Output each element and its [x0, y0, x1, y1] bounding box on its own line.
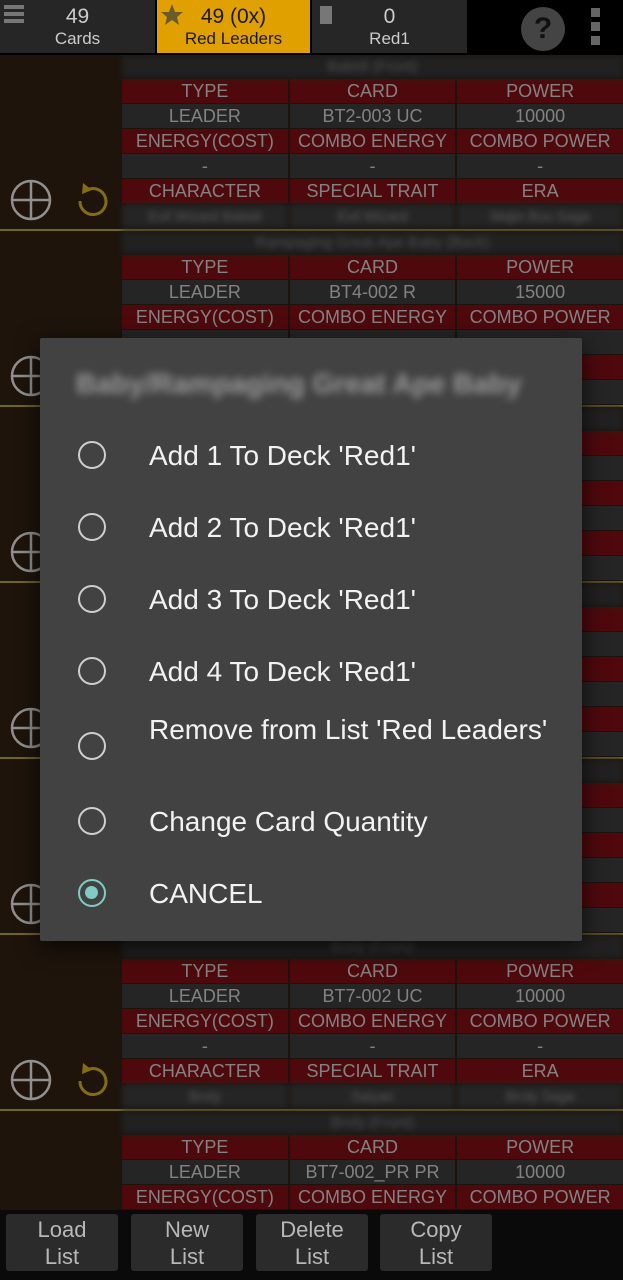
overflow-menu-icon[interactable]: [588, 8, 602, 52]
tab-red1[interactable]: 0 Red1: [312, 0, 467, 53]
button-label-line1: Copy: [410, 1217, 462, 1242]
button-label-line1: New: [164, 1217, 209, 1242]
new-list-button[interactable]: New List: [131, 1214, 243, 1271]
option-change-quantity[interactable]: Change Card Quantity: [40, 804, 582, 840]
option-label: Remove from List 'Red Leaders': [149, 714, 548, 745]
button-label-line2: List: [44, 1244, 80, 1269]
option-add-2[interactable]: Add 2 To Deck 'Red1': [40, 510, 582, 546]
top-tab-bar: 49 Cards 49 (0x) Red Leaders 0 Red1 ?: [0, 0, 623, 55]
option-label: Change Card Quantity: [149, 806, 428, 837]
tab-count: 0: [383, 5, 396, 28]
tab-label: Cards: [54, 29, 101, 48]
button-label-line2: List: [169, 1244, 205, 1269]
dialog-title: Baby/Rampaging Great Ape Baby: [76, 368, 522, 399]
option-label: Add 3 To Deck 'Red1': [149, 584, 416, 615]
option-cancel[interactable]: CANCEL: [40, 876, 582, 912]
button-label-line1: Delete: [280, 1217, 344, 1242]
option-label: Add 1 To Deck 'Red1': [149, 440, 416, 471]
option-label: Add 2 To Deck 'Red1': [149, 512, 416, 543]
option-add-3[interactable]: Add 3 To Deck 'Red1': [40, 582, 582, 618]
radio-unchecked-icon[interactable]: [78, 807, 106, 835]
radio-checked-icon[interactable]: [78, 879, 106, 907]
radio-unchecked-icon[interactable]: [78, 657, 106, 685]
bottom-action-bar: Load List New List Delete List Copy List: [0, 1210, 623, 1280]
delete-list-button[interactable]: Delete List: [256, 1214, 368, 1271]
deck-icon: [318, 4, 334, 31]
radio-unchecked-icon[interactable]: [78, 732, 106, 760]
tab-red-leaders[interactable]: 49 (0x) Red Leaders: [157, 0, 310, 53]
tab-cards[interactable]: 49 Cards: [0, 0, 155, 53]
option-label: Add 4 To Deck 'Red1': [149, 656, 416, 687]
load-list-button[interactable]: Load List: [6, 1214, 118, 1271]
help-icon[interactable]: ?: [521, 7, 565, 51]
copy-list-button[interactable]: Copy List: [380, 1214, 492, 1271]
button-label-line2: List: [418, 1244, 454, 1269]
radio-unchecked-icon[interactable]: [78, 441, 106, 469]
star-icon: [159, 2, 185, 33]
option-remove-from-list[interactable]: Remove from List 'Red Leaders': [40, 712, 582, 784]
radio-unchecked-icon[interactable]: [78, 513, 106, 541]
radio-unchecked-icon[interactable]: [78, 585, 106, 613]
button-label-line2: List: [294, 1244, 330, 1269]
card-action-dialog: Baby/Rampaging Great Ape Baby Add 1 To D…: [40, 338, 582, 941]
option-label: CANCEL: [149, 878, 263, 909]
tab-label: Red1: [369, 29, 410, 48]
list-icon: [2, 2, 26, 31]
button-label-line1: Load: [37, 1217, 87, 1242]
option-add-1[interactable]: Add 1 To Deck 'Red1': [40, 438, 582, 474]
option-add-4[interactable]: Add 4 To Deck 'Red1': [40, 654, 582, 690]
